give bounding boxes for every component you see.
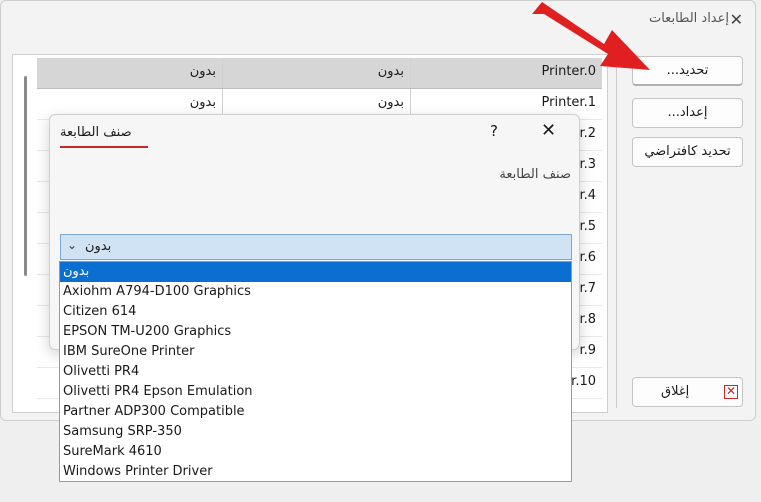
dropdown-option[interactable]: Olivetti PR4 [60,362,571,382]
close-button-label: إغلاق [661,384,690,399]
chevron-down-icon: ⌄ [67,238,78,252]
combo-value: بدون [85,239,112,254]
dropdown-option[interactable]: Axiohm A794-D100 Graphics [60,282,571,302]
dropdown-option[interactable]: SureMark 4610 [60,442,571,462]
arrow-icon [532,2,650,70]
dropdown-option[interactable]: EPSON TM-U200 Graphics [60,322,571,342]
dropdown-option[interactable]: بدون [60,262,571,282]
table-row[interactable]: بدون بدون Printer.0 [37,58,602,89]
dropdown-option[interactable]: Partner ADP300 Compatible [60,402,571,422]
setup-button[interactable]: إعداد... [632,98,743,128]
window-title: إعداد الطابعات [648,11,729,26]
close-button[interactable]: إغلاق ✕ [632,377,743,407]
printer-class-combo[interactable]: ⌄ بدون [60,234,572,260]
close-x-icon: ✕ [724,384,738,399]
dropdown-option[interactable]: Samsung SRP-350 [60,422,571,442]
table-cell: بدون [37,58,223,88]
help-icon[interactable]: ? [490,122,498,140]
dropdown-option[interactable]: Windows Printer Driver [60,462,571,482]
dropdown-option[interactable]: Citizen 614 [60,302,571,322]
set-default-button[interactable]: تحديد كافتراضي [632,137,743,167]
printer-class-label: صنف الطابعة [499,167,571,182]
dialog-close-icon[interactable]: ✕ [541,120,556,141]
red-arrow-annotation [532,2,650,70]
vertical-scrollbar[interactable] [24,76,27,276]
printer-class-dropdown-list: بدون Axiohm A794-D100 Graphics Citizen 614… [59,261,572,482]
dropdown-option[interactable]: Olivetti PR4 Epson Emulation [60,382,571,402]
window-close-icon[interactable]: ✕ [730,10,743,29]
dropdown-option[interactable]: IBM SureOne Printer [60,342,571,362]
divider [616,56,617,408]
table-cell: بدون [223,58,411,88]
tab-printer-class[interactable]: صنف الطابعة [60,125,148,148]
